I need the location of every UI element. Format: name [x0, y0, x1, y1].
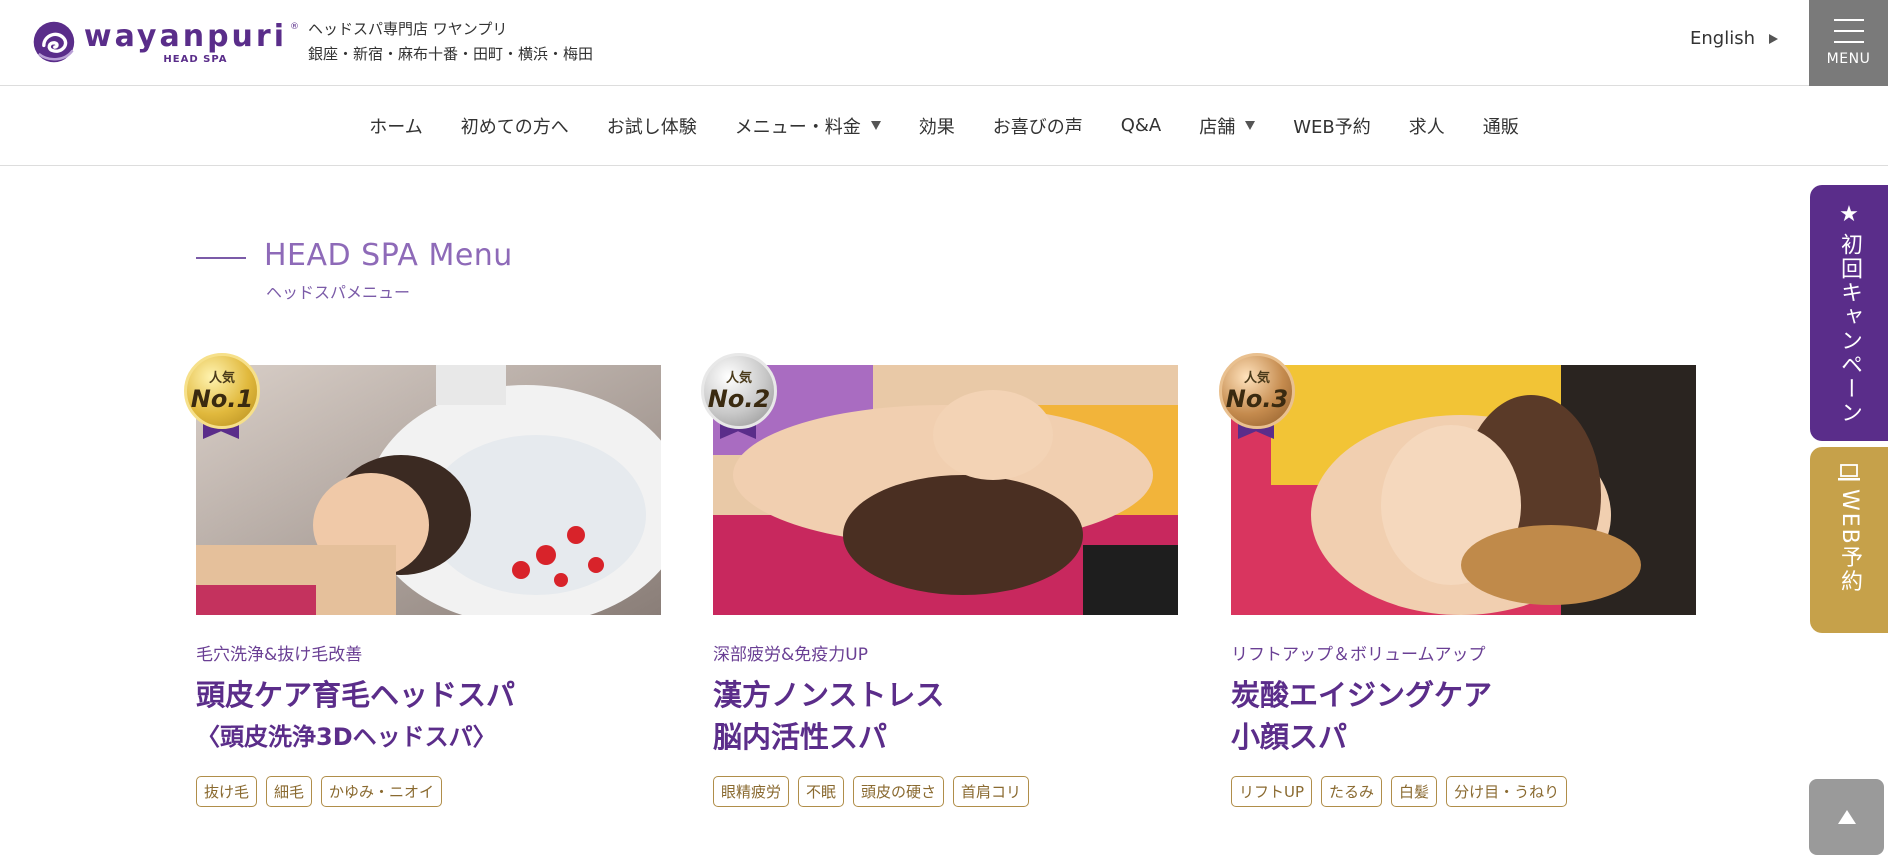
card-title-line2: 小顔スパ	[1231, 720, 1348, 754]
language-switch[interactable]: English	[1690, 28, 1778, 49]
menu-card-3[interactable]: 人気 No.3	[1219, 353, 1696, 615]
nav-item-home[interactable]: ホーム	[350, 113, 441, 139]
section-title: HEAD SPA Menu	[264, 238, 513, 273]
shop-locations: 銀座・新宿・麻布十番・田町・横浜・梅田	[308, 45, 594, 63]
card-title[interactable]: 炭酸エイジングケア 小顔スパ	[1231, 674, 1492, 758]
logo-word: wayanpuri	[83, 18, 287, 54]
shop-tagline: ヘッドスパ専門店 ワヤンプリ	[308, 20, 508, 38]
nav-item-qa[interactable]: Q&A	[1102, 115, 1181, 136]
tag: 細毛	[266, 776, 313, 807]
web-reservation-side-button[interactable]: WEB予約	[1810, 447, 1888, 633]
logo[interactable]: wayanpuri HEAD SPA ®	[32, 16, 299, 68]
nav-label: WEB予約	[1293, 116, 1371, 138]
nav-label: 通販	[1482, 116, 1519, 138]
tag: 首肩コリ	[953, 776, 1030, 807]
nav-item-recruit[interactable]: 求人	[1390, 113, 1464, 139]
laptop-icon	[1838, 464, 1860, 481]
tag: 分け目・うねり	[1446, 776, 1568, 807]
menu-card-2[interactable]: 人気 No.2	[701, 353, 1178, 615]
tag: たるみ	[1321, 776, 1383, 807]
menu-card-1[interactable]: 人気 No.1	[184, 353, 661, 615]
nav-item-effects[interactable]: 効果	[900, 113, 974, 139]
silver-medal-icon: 人気 No.2	[701, 353, 777, 429]
caret-down-icon	[870, 121, 881, 130]
card-photo-scalp-wash[interactable]	[196, 365, 661, 615]
card-tags: 抜け毛 細毛 かゆみ・ニオイ	[196, 776, 443, 807]
nav-label: 求人	[1408, 116, 1445, 138]
photo-face-massage	[713, 365, 1178, 615]
caret-down-icon	[1245, 121, 1256, 130]
card-category: リフトアップ＆ボリュームアップ	[1231, 645, 1486, 665]
nav-item-menu-price[interactable]: メニュー・料金	[716, 113, 900, 139]
language-label: English	[1690, 28, 1755, 49]
photo-face-lift	[1231, 365, 1696, 615]
card-tags: リフトUP たるみ 白髪 分け目・うねり	[1231, 776, 1568, 807]
tag: 抜け毛	[196, 776, 258, 807]
logo-swirl-icon	[33, 21, 75, 63]
nav-item-trial[interactable]: お試し体験	[588, 113, 716, 139]
tag: 頭皮の硬さ	[853, 776, 945, 807]
nav-label: 効果	[918, 116, 955, 138]
nav-label: お喜びの声	[992, 116, 1083, 138]
nav-label: ホーム	[369, 116, 423, 138]
badge-small-label: 人気	[1243, 370, 1270, 386]
campaign-label: 初回キャンペーン	[1837, 233, 1862, 425]
badge-rank-label: No.1	[190, 384, 254, 413]
back-to-top-button[interactable]	[1809, 779, 1884, 855]
card-photo-face-lift[interactable]	[1231, 365, 1696, 615]
badge-small-label: 人気	[208, 370, 235, 386]
nav-item-testimonials[interactable]: お喜びの声	[974, 113, 1102, 139]
card-category: 深部疲労&免疫力UP	[713, 645, 868, 665]
logo-registered: ®	[290, 21, 299, 32]
card-title-line2: 脳内活性スパ	[713, 720, 888, 754]
card-photo-face-massage[interactable]	[713, 365, 1178, 615]
campaign-side-button[interactable]: ★ 初回キャンペーン	[1810, 185, 1888, 441]
card-title-line1: 頭皮ケア育毛ヘッドスパ	[196, 678, 516, 712]
card-category: 毛穴洗浄&抜け毛改善	[196, 645, 363, 665]
gold-medal-icon: 人気 No.1	[184, 353, 260, 429]
section-title-line	[196, 257, 246, 259]
nav-label: メニュー・料金	[734, 116, 861, 138]
rank-badge-3: 人気 No.3	[1219, 353, 1295, 439]
rank-badge-1: 人気 No.1	[184, 353, 260, 439]
arrow-up-icon	[1837, 810, 1856, 824]
nav-label: お試し体験	[606, 116, 697, 138]
nav-item-first-time[interactable]: 初めての方へ	[442, 113, 588, 139]
nav-item-shop[interactable]: 通販	[1464, 113, 1538, 139]
nav-label: 初めての方へ	[460, 116, 569, 138]
logo-text: wayanpuri HEAD SPA ®	[83, 18, 299, 65]
logo-sub: HEAD SPA	[163, 53, 228, 65]
nav-item-web-reservation[interactable]: WEB予約	[1274, 113, 1390, 139]
tag: 白髪	[1391, 776, 1438, 807]
card-title[interactable]: 頭皮ケア育毛ヘッドスパ 〈頭皮洗浄3Dヘッドスパ〉	[196, 674, 515, 758]
star-icon: ★	[1839, 202, 1859, 227]
badge-small-label: 人気	[725, 370, 752, 386]
photo-scalp-wash	[196, 365, 661, 615]
nav-item-stores[interactable]: 店舗	[1180, 113, 1274, 139]
card-title[interactable]: 漢方ノンストレス 脳内活性スパ	[713, 674, 944, 758]
card-title-line1: 漢方ノンストレス	[713, 678, 945, 712]
tag: かゆみ・ニオイ	[321, 776, 443, 807]
section-subtitle: ヘッドスパメニュー	[266, 283, 411, 302]
tag: リフトUP	[1231, 776, 1313, 807]
badge-rank-label: No.3	[1225, 384, 1289, 413]
nav-label: 店舗	[1199, 116, 1236, 138]
menu-label: MENU	[1826, 51, 1871, 67]
nav-label: Q&A	[1120, 115, 1162, 136]
card-title-line1: 炭酸エイジングケア	[1231, 678, 1493, 712]
hamburger-icon	[1833, 19, 1864, 43]
header: wayanpuri HEAD SPA ® ヘッドスパ専門店 ワヤンプリ 銀座・新…	[0, 0, 1888, 86]
shop-info: ヘッドスパ専門店 ワヤンプリ 銀座・新宿・麻布十番・田町・横浜・梅田	[308, 17, 593, 67]
tag: 不眠	[798, 776, 845, 807]
tag: 眼精疲労	[713, 776, 790, 807]
menu-button[interactable]: MENU	[1809, 0, 1888, 86]
arrow-right-icon	[1769, 33, 1778, 44]
card-tags: 眼精疲労 不眠 頭皮の硬さ 首肩コリ	[713, 776, 1030, 807]
card-title-line2: 〈頭皮洗浄3Dヘッドスパ〉	[196, 723, 497, 751]
rank-badge-2: 人気 No.2	[701, 353, 777, 439]
bronze-medal-icon: 人気 No.3	[1219, 353, 1295, 429]
badge-rank-label: No.2	[707, 384, 771, 413]
web-reservation-label: WEB予約	[1837, 489, 1862, 594]
main-nav: ホーム 初めての方へ お試し体験 メニュー・料金 効果 お喜びの声 Q&A 店舗…	[0, 86, 1888, 166]
